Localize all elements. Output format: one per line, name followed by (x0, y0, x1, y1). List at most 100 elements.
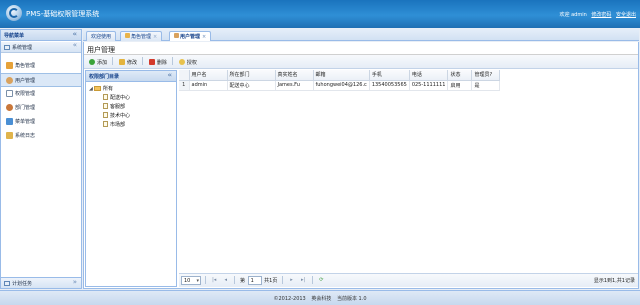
header-user-area: 欢迎 admin 修改密码 安全退出 (557, 11, 636, 18)
collapse-sidebar-icon[interactable]: « (72, 31, 77, 38)
menu-icon (6, 118, 13, 125)
panel-title: 用户管理 (84, 42, 638, 55)
column-header[interactable]: 真实姓名 (275, 70, 314, 81)
sidebar-group-system[interactable]: 系统管理 « (1, 42, 81, 53)
cell-is-admin: 是 (471, 80, 501, 91)
cell-real-name: James.Fu (275, 80, 314, 91)
sidebar-item-log[interactable]: 系统日志 (1, 129, 81, 143)
cell-phone: 025-1111111 (409, 80, 449, 91)
edit-label: 修改 (126, 60, 137, 66)
tab-welcome[interactable]: 欢迎使用 (86, 31, 117, 41)
log-icon (6, 132, 13, 139)
row-number-header (179, 70, 190, 81)
next-page-button[interactable]: ▸ (288, 276, 296, 283)
prev-page-button[interactable]: ◂ (222, 276, 230, 283)
group-collapse-icon[interactable]: « (73, 42, 77, 49)
tab-label: 角色管理 (131, 34, 152, 40)
key-icon (178, 59, 185, 65)
cell-mobile: 13540053565 (369, 80, 410, 91)
app-window: PMS-基础权限管理系统 欢迎 admin 修改密码 安全退出 导航菜单 « 系… (0, 0, 640, 305)
sidebar-group-label: 系统管理 (12, 45, 33, 51)
first-page-button[interactable]: |◂ (210, 276, 218, 283)
column-header[interactable]: 所在部门 (227, 70, 276, 81)
cell-username: admin (189, 80, 228, 91)
sidebar-item-menu[interactable]: 菜单管理 (1, 115, 81, 129)
group-icon (4, 281, 10, 286)
sidebar-item-department[interactable]: 部门管理 (1, 101, 81, 115)
pagination-bar: 10 ▾ |◂ ◂ 第 1 共1页 ▸ ▸| ⟳ 显示1到1,共1记录 (179, 273, 638, 287)
edit-icon (118, 59, 125, 65)
sidebar-group-scheduled-tasks[interactable]: 计划任务 » (1, 277, 81, 288)
department-icon (6, 104, 13, 111)
table-header-row: 用户名 所在部门 真实姓名 邮箱 手机 电话 状态 管理员? (179, 70, 501, 81)
chevron-down-icon: ▾ (196, 278, 199, 284)
user-management-panel: 用户管理 添加 修改 删除 授权 权限部门目录 « ◢所有 配送中心 客服部 (83, 42, 639, 289)
tab-user-management[interactable]: 用户管理 × (169, 31, 212, 41)
toolbar: 添加 修改 删除 授权 (84, 55, 638, 69)
grant-label: 授权 (186, 60, 197, 66)
column-header[interactable]: 电话 (409, 70, 449, 81)
column-header[interactable]: 邮箱 (313, 70, 370, 81)
department-tree-panel: 权限部门目录 « ◢ 所有 配送中心 客服部 技术中心 市场部 (85, 70, 177, 287)
add-icon (89, 59, 95, 65)
collapse-tree-icon[interactable]: « (167, 72, 172, 79)
tree-node-dept[interactable]: 市场部 (89, 120, 176, 129)
tab-label: 用户管理 (180, 34, 201, 40)
page-number-input[interactable]: 1 (247, 276, 262, 285)
sidebar-item-permission[interactable]: 权限管理 (1, 87, 81, 101)
sidebar-item-label: 权限管理 (15, 91, 36, 97)
delete-icon (148, 59, 155, 65)
delete-label: 删除 (156, 60, 167, 66)
toolbar-separator (171, 57, 173, 65)
close-icon[interactable]: × (202, 34, 206, 40)
last-page-button[interactable]: ▸| (299, 276, 307, 283)
role-icon (125, 33, 130, 38)
sidebar-item-label: 菜单管理 (15, 119, 36, 125)
nav-sidebar: 导航菜单 « 系统管理 « 角色管理 用户管理 权限管理 部门管理 菜单管理 系… (0, 29, 82, 289)
pager-separator (281, 276, 283, 284)
close-icon[interactable]: × (153, 34, 157, 40)
tab-strip: 欢迎使用 角色管理 × 用户管理 × (83, 29, 639, 41)
app-header: PMS-基础权限管理系统 欢迎 admin 修改密码 安全退出 (0, 0, 640, 28)
user-table: 用户名 所在部门 真实姓名 邮箱 手机 电话 状态 管理员? 1 admin 配 (179, 70, 501, 91)
user-grid: 用户名 所在部门 真实姓名 邮箱 手机 电话 状态 管理员? 1 admin 配 (179, 70, 638, 287)
edit-button[interactable]: 修改 (116, 58, 140, 67)
tree-title: 权限部门目录 (89, 74, 120, 80)
toolbar-separator (112, 57, 114, 65)
sidebar-item-user[interactable]: 用户管理 (1, 73, 81, 87)
column-header[interactable]: 管理员? (471, 70, 501, 81)
expand-group-icon[interactable]: » (73, 279, 77, 286)
column-header[interactable]: 手机 (369, 70, 410, 81)
toolbar-separator (141, 57, 143, 65)
tree-node-label: 市场部 (110, 122, 126, 128)
add-button[interactable]: 添加 (86, 58, 110, 67)
column-header[interactable]: 状态 (447, 70, 473, 81)
group-icon (4, 45, 10, 50)
tree-node-dept[interactable]: 客服部 (89, 102, 176, 111)
grant-button[interactable]: 授权 (176, 58, 200, 67)
sidebar-item-label: 部门管理 (15, 105, 36, 111)
sidebar-bottom-label: 计划任务 (12, 281, 33, 287)
permission-icon (6, 90, 13, 97)
table-row[interactable]: 1 admin 配送中心 James.Fu fuhongwei04@126.c … (179, 80, 501, 91)
refresh-icon[interactable]: ⟳ (317, 276, 325, 283)
department-tree: ◢ 所有 配送中心 客服部 技术中心 市场部 (86, 82, 176, 129)
logout-link[interactable]: 安全退出 (616, 12, 636, 18)
sidebar-item-role[interactable]: 角色管理 (1, 59, 81, 73)
version-text: 当前版本 1.0 (336, 296, 367, 302)
sidebar-title: 导航菜单 (4, 33, 25, 39)
tree-node-root[interactable]: ◢ 所有 (89, 84, 176, 93)
tree-node-dept[interactable]: 配送中心 (89, 93, 176, 102)
column-header[interactable]: 用户名 (189, 70, 228, 81)
page-size-select[interactable]: 10 ▾ (181, 276, 201, 285)
welcome-text: 欢迎 admin (559, 12, 587, 18)
cell-status: 启用 (447, 80, 473, 91)
cell-email: fuhongwei04@126.c (313, 80, 370, 91)
tab-role-management[interactable]: 角色管理 × (120, 31, 163, 41)
document-icon (103, 103, 108, 109)
tree-node-dept[interactable]: 技术中心 (89, 111, 176, 120)
delete-button[interactable]: 删除 (146, 58, 170, 67)
change-password-link[interactable]: 修改密码 (591, 12, 611, 18)
user-icon (174, 33, 179, 38)
tree-header: 权限部门目录 « (86, 71, 176, 82)
